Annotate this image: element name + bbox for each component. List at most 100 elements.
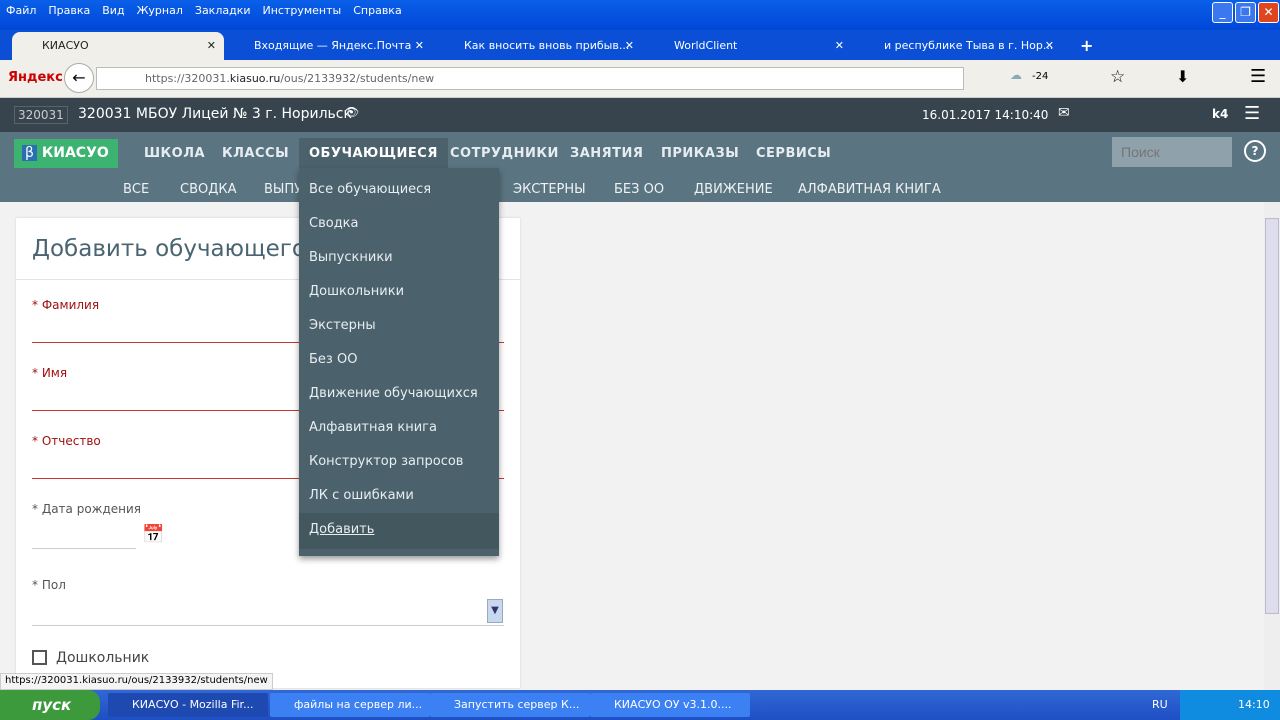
org-name[interactable]: 320031 МБОУ Лицей № 3 г. Норильск: [78, 106, 352, 122]
restore-button[interactable]: ❐: [1235, 2, 1256, 23]
nav-staff[interactable]: СОТРУДНИКИ: [450, 146, 559, 161]
help-icon[interactable]: ?: [1244, 140, 1266, 162]
url-bar[interactable]: https://320031.kiasuo.ru/ous/2133932/stu…: [96, 67, 964, 90]
tab-bar: КИАСУО ✕ Входящие — Яндекс.Почта ✕ Как вно…: [0, 30, 1280, 60]
surname-label: * Фамилия: [32, 298, 99, 312]
nav-students[interactable]: ОБУЧАЮЩИЕСЯ: [299, 138, 448, 169]
gender-select[interactable]: [32, 625, 504, 626]
school-topbar: 320031 320031 МБОУ Лицей № 3 г. Норильск…: [0, 98, 1280, 132]
required-mark: *: [32, 366, 38, 380]
dropdown-item-no-oo[interactable]: Без ОО: [309, 352, 357, 367]
close-tab-icon[interactable]: ✕: [207, 32, 216, 60]
school-code[interactable]: 320031: [14, 106, 68, 124]
dropdown-item-preschool[interactable]: Дошкольники: [309, 284, 404, 299]
preschool-checkbox[interactable]: [32, 650, 47, 665]
dropdown-item-summary[interactable]: Сводка: [309, 216, 359, 231]
logo-text: КИАСУО: [41, 145, 109, 161]
weather-temp: -24: [1032, 71, 1049, 82]
start-label: пуск: [32, 696, 72, 714]
preschool-label: Дошкольник: [56, 650, 150, 666]
menu-help[interactable]: Справка: [353, 4, 401, 17]
url-path: /ous/2133932/students/new: [280, 72, 435, 85]
close-tab-icon[interactable]: ✕: [1045, 32, 1054, 60]
tab-title: и республике Тыва в г. Нор...: [884, 39, 1054, 52]
new-tab-icon[interactable]: +: [1070, 32, 1093, 60]
hamburger-icon[interactable]: ☰: [1244, 103, 1260, 124]
url-prefix: https://320031.: [145, 72, 230, 85]
dropdown-item-add[interactable]: Добавить: [309, 522, 374, 537]
tab-worldclient[interactable]: WorldClient ✕: [646, 32, 852, 60]
dropdown-item-externs[interactable]: Экстерны: [309, 318, 376, 333]
label-text: Дата рождения: [41, 502, 142, 516]
menu-edit[interactable]: Правка: [48, 4, 90, 17]
menu-bookmarks[interactable]: Закладки: [195, 4, 251, 17]
patronymic-label: * Отчество: [32, 434, 101, 448]
language-indicator[interactable]: RU: [1152, 698, 1168, 711]
tab-howto[interactable]: Как вносить вновь прибыв... ✕: [436, 32, 642, 60]
subnav-no-oo[interactable]: БЕЗ ОО: [614, 182, 664, 197]
status-url: https://320031.kiasuo.ru/ous/2133932/stu…: [0, 673, 273, 690]
start-button[interactable]: пуск: [0, 690, 100, 720]
calendar-icon[interactable]: 📅: [142, 524, 164, 545]
menu-tools[interactable]: Инструменты: [263, 4, 342, 17]
tab-yandex-mail[interactable]: Входящие — Яндекс.Почта ✕: [226, 32, 432, 60]
dropdown-item-movement[interactable]: Движение обучающихся: [309, 386, 478, 401]
label-text: Отчество: [41, 434, 101, 448]
eye-icon[interactable]: 👁: [344, 105, 359, 119]
taskbar: пуск КИАСУО - Mozilla Fir... файлы на се…: [0, 690, 1280, 720]
star-icon[interactable]: ☆: [1110, 67, 1125, 87]
yandex-logo: Яндекс: [8, 70, 63, 85]
menu-bar: Файл Правка Вид Журнал Закладки Инструменты Сп…: [0, 0, 1280, 30]
dropdown-item-query-builder[interactable]: Конструктор запросов: [309, 454, 463, 469]
user-name[interactable]: k4: [1212, 107, 1228, 121]
birthdate-input[interactable]: [32, 548, 136, 549]
nav-services[interactable]: СЕРВИСЫ: [756, 146, 831, 161]
taskbar-item-files[interactable]: файлы на сервер ли...: [270, 693, 430, 717]
gender-label: * Пол: [32, 578, 66, 592]
download-icon[interactable]: ⬇: [1176, 67, 1189, 86]
tab-title: WorldClient: [674, 39, 738, 52]
dropdown-item-errors[interactable]: ЛК с ошибками: [309, 488, 414, 503]
menu-history[interactable]: Журнал: [137, 4, 183, 17]
taskbar-item-server[interactable]: Запустить сервер К...: [430, 693, 590, 717]
students-dropdown-menu: Все обучающиеся Сводка Выпускники Дошкол…: [299, 168, 499, 556]
subnav-externs[interactable]: ЭКСТЕРНЫ: [513, 182, 586, 197]
nav-lessons[interactable]: ЗАНЯТИЯ: [570, 146, 643, 161]
scrollbar[interactable]: [1264, 202, 1280, 690]
birthdate-label: * Дата рождения: [32, 502, 141, 516]
menu-file[interactable]: Файл: [6, 4, 36, 17]
close-window-button[interactable]: ✕: [1258, 2, 1279, 23]
name-label: * Имя: [32, 366, 67, 380]
dropdown-item-all[interactable]: Все обучающиеся: [309, 182, 431, 197]
hamburger-menu-icon[interactable]: ☰: [1250, 66, 1266, 87]
menu-view[interactable]: Вид: [102, 4, 124, 17]
main-nav: β КИАСУО ШКОЛА КЛАССЫ ОБУЧАЮЩИЕСЯ СОТРУД…: [0, 132, 1280, 202]
tab-tyva[interactable]: и республике Тыва в г. Нор... ✕: [856, 32, 1062, 60]
datetime: 16.01.2017 14:10:40: [922, 108, 1049, 122]
required-mark: *: [32, 298, 38, 312]
dropdown-item-alphabet-book[interactable]: Алфавитная книга: [309, 420, 437, 435]
close-tab-icon[interactable]: ✕: [625, 32, 634, 60]
subnav-alphabet-book[interactable]: АЛФАВИТНАЯ КНИГА: [798, 182, 941, 197]
taskbar-item-firefox[interactable]: КИАСУО - Mozilla Fir...: [108, 693, 268, 717]
mail-icon[interactable]: ✉: [1058, 105, 1070, 121]
subnav-movement[interactable]: ДВИЖЕНИЕ: [694, 182, 773, 197]
nav-classes[interactable]: КЛАССЫ: [222, 146, 289, 161]
subnav-all[interactable]: ВСЕ: [123, 182, 149, 197]
kiasuo-logo[interactable]: β КИАСУО: [14, 139, 118, 168]
clock: 14:10: [1238, 698, 1270, 711]
subnav-graduates[interactable]: ВЫПУ: [264, 182, 302, 197]
tab-kiasuo[interactable]: КИАСУО ✕: [12, 32, 224, 60]
minimize-button[interactable]: _: [1212, 2, 1233, 23]
search-input[interactable]: [1112, 137, 1232, 167]
taskbar-item-kiasuo-ou[interactable]: КИАСУО ОУ v3.1.0....: [590, 693, 750, 717]
back-icon[interactable]: ←: [64, 63, 94, 93]
dropdown-item-graduates[interactable]: Выпускники: [309, 250, 393, 265]
nav-orders[interactable]: ПРИКАЗЫ: [661, 146, 739, 161]
subnav-summary[interactable]: СВОДКА: [180, 182, 237, 197]
tab-title: КИАСУО: [42, 39, 89, 52]
chevron-down-icon[interactable]: ▼: [487, 599, 503, 623]
nav-school[interactable]: ШКОЛА: [144, 146, 205, 161]
close-tab-icon[interactable]: ✕: [835, 32, 844, 60]
close-tab-icon[interactable]: ✕: [415, 32, 424, 60]
